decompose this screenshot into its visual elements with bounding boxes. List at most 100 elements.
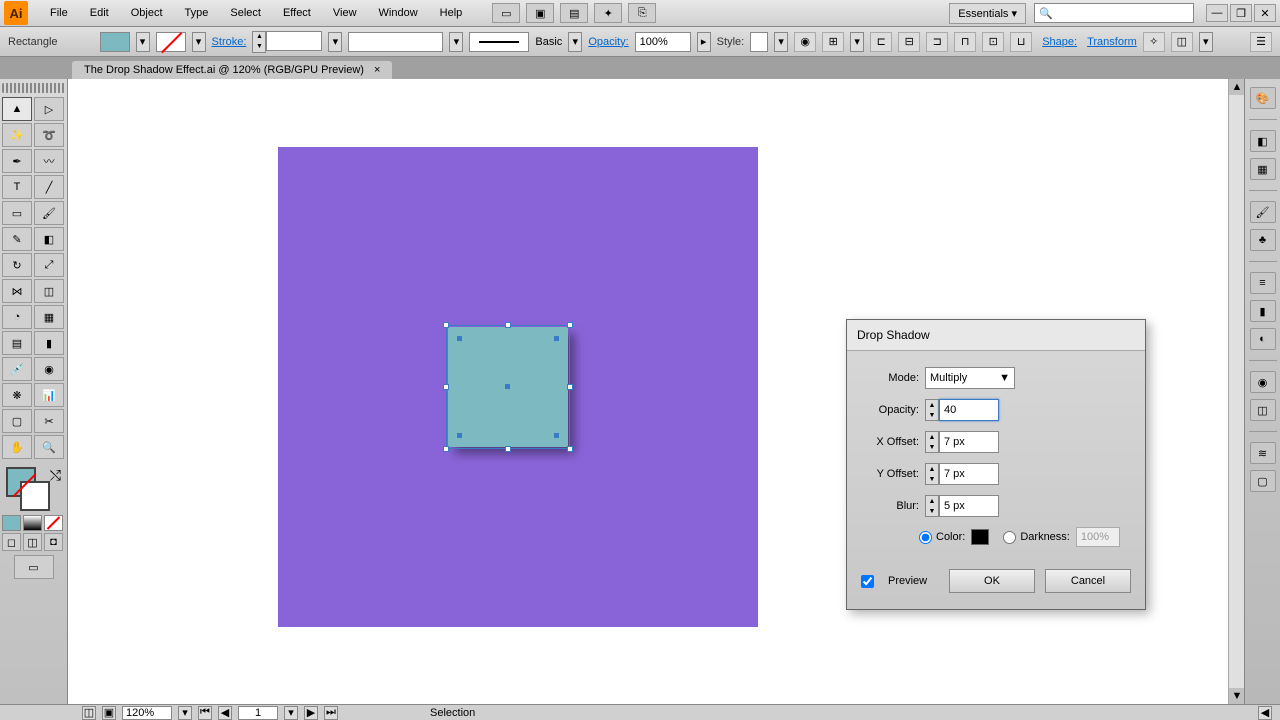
yoffset-stepper[interactable]: ▲▼ bbox=[925, 463, 939, 485]
align-panel-icon[interactable]: ⊞ bbox=[822, 32, 844, 52]
opacity-stepper[interactable]: ▲▼ bbox=[925, 399, 939, 421]
document-tab[interactable]: The Drop Shadow Effect.ai @ 120% (RGB/GP… bbox=[72, 61, 392, 79]
gradient-panel-icon[interactable]: ▮ bbox=[1250, 300, 1276, 322]
blur-stepper[interactable]: ▲▼ bbox=[925, 495, 939, 517]
close-button[interactable]: ✕ bbox=[1254, 4, 1276, 22]
normal-draw-icon[interactable]: ◻ bbox=[2, 533, 21, 551]
canvas[interactable]: Drop Shadow Mode: Multiply▼ Opacity: ▲▼ … bbox=[68, 79, 1244, 704]
ok-button[interactable]: OK bbox=[949, 569, 1035, 593]
corner-widget-br[interactable] bbox=[554, 433, 559, 438]
gradient-tool[interactable]: ▮ bbox=[34, 331, 64, 355]
transparency-panel-icon[interactable]: ◐ bbox=[1250, 328, 1276, 350]
stock-icon[interactable]: ⎘ bbox=[628, 3, 656, 23]
scroll-down-icon[interactable]: ▼ bbox=[1229, 688, 1244, 704]
handle-bl[interactable] bbox=[443, 446, 449, 452]
minimize-button[interactable]: — bbox=[1206, 4, 1228, 22]
symbol-sprayer-tool[interactable]: ❋ bbox=[2, 383, 32, 407]
direct-selection-tool[interactable]: ▷ bbox=[34, 97, 64, 121]
stroke-weight-stepper[interactable]: ▲▼ bbox=[252, 31, 322, 53]
corner-widget-tl[interactable] bbox=[457, 336, 462, 341]
handle-br[interactable] bbox=[567, 446, 573, 452]
menu-file[interactable]: File bbox=[40, 3, 78, 23]
hscroll-left-icon[interactable]: ◀ bbox=[1258, 706, 1272, 720]
variable-width-dropdown[interactable]: ▾ bbox=[449, 32, 463, 52]
menu-edit[interactable]: Edit bbox=[80, 3, 119, 23]
stroke-color[interactable] bbox=[20, 481, 50, 511]
column-graph-tool[interactable]: 📊 bbox=[34, 383, 64, 407]
artboards-panel-icon[interactable]: ▢ bbox=[1250, 470, 1276, 492]
style-dropdown[interactable]: ▾ bbox=[774, 32, 788, 52]
draw-behind-icon[interactable]: ◫ bbox=[23, 533, 42, 551]
xoffset-stepper[interactable]: ▲▼ bbox=[925, 431, 939, 453]
zoom-tool[interactable]: 🔍 bbox=[34, 435, 64, 459]
workspace-switcher[interactable]: Essentials ▾ bbox=[949, 3, 1026, 24]
recolor-icon[interactable]: ◉ bbox=[794, 32, 816, 52]
rotate-tool[interactable]: ↻ bbox=[2, 253, 32, 277]
preview-checkbox[interactable] bbox=[861, 575, 874, 588]
brush-definition[interactable] bbox=[469, 32, 529, 52]
fill-swatch[interactable] bbox=[100, 32, 130, 52]
handle-ml[interactable] bbox=[443, 384, 449, 390]
paintbrush-tool[interactable]: 🖌 bbox=[34, 201, 64, 225]
blend-tool[interactable]: ◉ bbox=[34, 357, 64, 381]
yoffset-field[interactable] bbox=[939, 463, 999, 485]
width-tool[interactable]: ⋈ bbox=[2, 279, 32, 303]
magic-wand-tool[interactable]: ✨ bbox=[2, 123, 32, 147]
pen-tool[interactable]: ✒ bbox=[2, 149, 32, 173]
corner-widget-bl[interactable] bbox=[457, 433, 462, 438]
edit-dropdown[interactable]: ▾ bbox=[1199, 32, 1213, 52]
align-bottom-icon[interactable]: ⊔ bbox=[1010, 32, 1032, 52]
status-icon[interactable]: ◫ bbox=[82, 706, 96, 720]
stroke-swatch[interactable] bbox=[156, 32, 186, 52]
zoom-input[interactable] bbox=[122, 706, 172, 720]
graphic-styles-panel-icon[interactable]: ◫ bbox=[1250, 399, 1276, 421]
color-radio[interactable] bbox=[919, 531, 932, 544]
selected-rectangle[interactable] bbox=[448, 327, 578, 452]
close-tab-icon[interactable]: × bbox=[374, 64, 380, 76]
stroke-dropdown[interactable]: ▾ bbox=[192, 32, 206, 52]
shape-builder-tool[interactable]: ◔ bbox=[2, 305, 32, 329]
opacity-field[interactable] bbox=[939, 399, 999, 421]
vertical-scrollbar[interactable]: ▲ ▼ bbox=[1228, 79, 1244, 704]
artboard-dropdown[interactable]: ▾ bbox=[284, 706, 298, 720]
layers-panel-icon[interactable]: ≋ bbox=[1250, 442, 1276, 464]
search-input[interactable]: 🔍 bbox=[1034, 3, 1194, 23]
shadow-color-swatch[interactable] bbox=[971, 529, 989, 545]
blur-field[interactable] bbox=[939, 495, 999, 517]
lasso-tool[interactable]: ➰ bbox=[34, 123, 64, 147]
appearance-panel-icon[interactable]: ◉ bbox=[1250, 371, 1276, 393]
type-tool[interactable]: T bbox=[2, 175, 32, 199]
gradient-mode-icon[interactable] bbox=[23, 515, 42, 531]
artboard-tool[interactable]: ▢ bbox=[2, 409, 32, 433]
opacity-dropdown[interactable]: ▸ bbox=[697, 32, 711, 52]
first-artboard-icon[interactable]: ⏮ bbox=[198, 706, 212, 720]
hand-tool[interactable]: ✋ bbox=[2, 435, 32, 459]
free-transform-tool[interactable]: ◫ bbox=[34, 279, 64, 303]
line-tool[interactable]: ╱ bbox=[34, 175, 64, 199]
fill-dropdown[interactable]: ▾ bbox=[136, 32, 150, 52]
color-mode-icon[interactable] bbox=[2, 515, 21, 531]
transform-link[interactable]: Transform bbox=[1087, 36, 1137, 48]
center-point[interactable] bbox=[505, 384, 510, 389]
swatches-panel-icon[interactable]: ▦ bbox=[1250, 158, 1276, 180]
align-center-icon[interactable]: ⊟ bbox=[898, 32, 920, 52]
scale-tool[interactable]: ⤢ bbox=[34, 253, 64, 277]
rectangle-tool[interactable]: ▭ bbox=[2, 201, 32, 225]
darkness-radio[interactable] bbox=[1003, 531, 1016, 544]
layout-icon[interactable]: ▭ bbox=[492, 3, 520, 23]
gpu-icon[interactable]: ✦ bbox=[594, 3, 622, 23]
arrange-docs-icon[interactable]: ▤ bbox=[560, 3, 588, 23]
stroke-weight-dropdown[interactable]: ▾ bbox=[328, 32, 342, 52]
screen-mode-icon[interactable]: ▭ bbox=[14, 555, 54, 579]
align-left-icon[interactable]: ⊏ bbox=[870, 32, 892, 52]
stroke-panel-link[interactable]: Stroke: bbox=[212, 36, 247, 48]
shape-link[interactable]: Shape: bbox=[1042, 36, 1077, 48]
maximize-button[interactable]: ❐ bbox=[1230, 4, 1252, 22]
handle-mr[interactable] bbox=[567, 384, 573, 390]
slice-tool[interactable]: ✂ bbox=[34, 409, 64, 433]
stroke-weight-input[interactable] bbox=[266, 31, 322, 51]
perspective-grid-tool[interactable]: ▦ bbox=[34, 305, 64, 329]
swap-fill-stroke-icon[interactable]: ⤭ bbox=[50, 467, 61, 484]
panel-grip[interactable] bbox=[2, 83, 65, 93]
align-dropdown[interactable]: ▾ bbox=[850, 32, 864, 52]
